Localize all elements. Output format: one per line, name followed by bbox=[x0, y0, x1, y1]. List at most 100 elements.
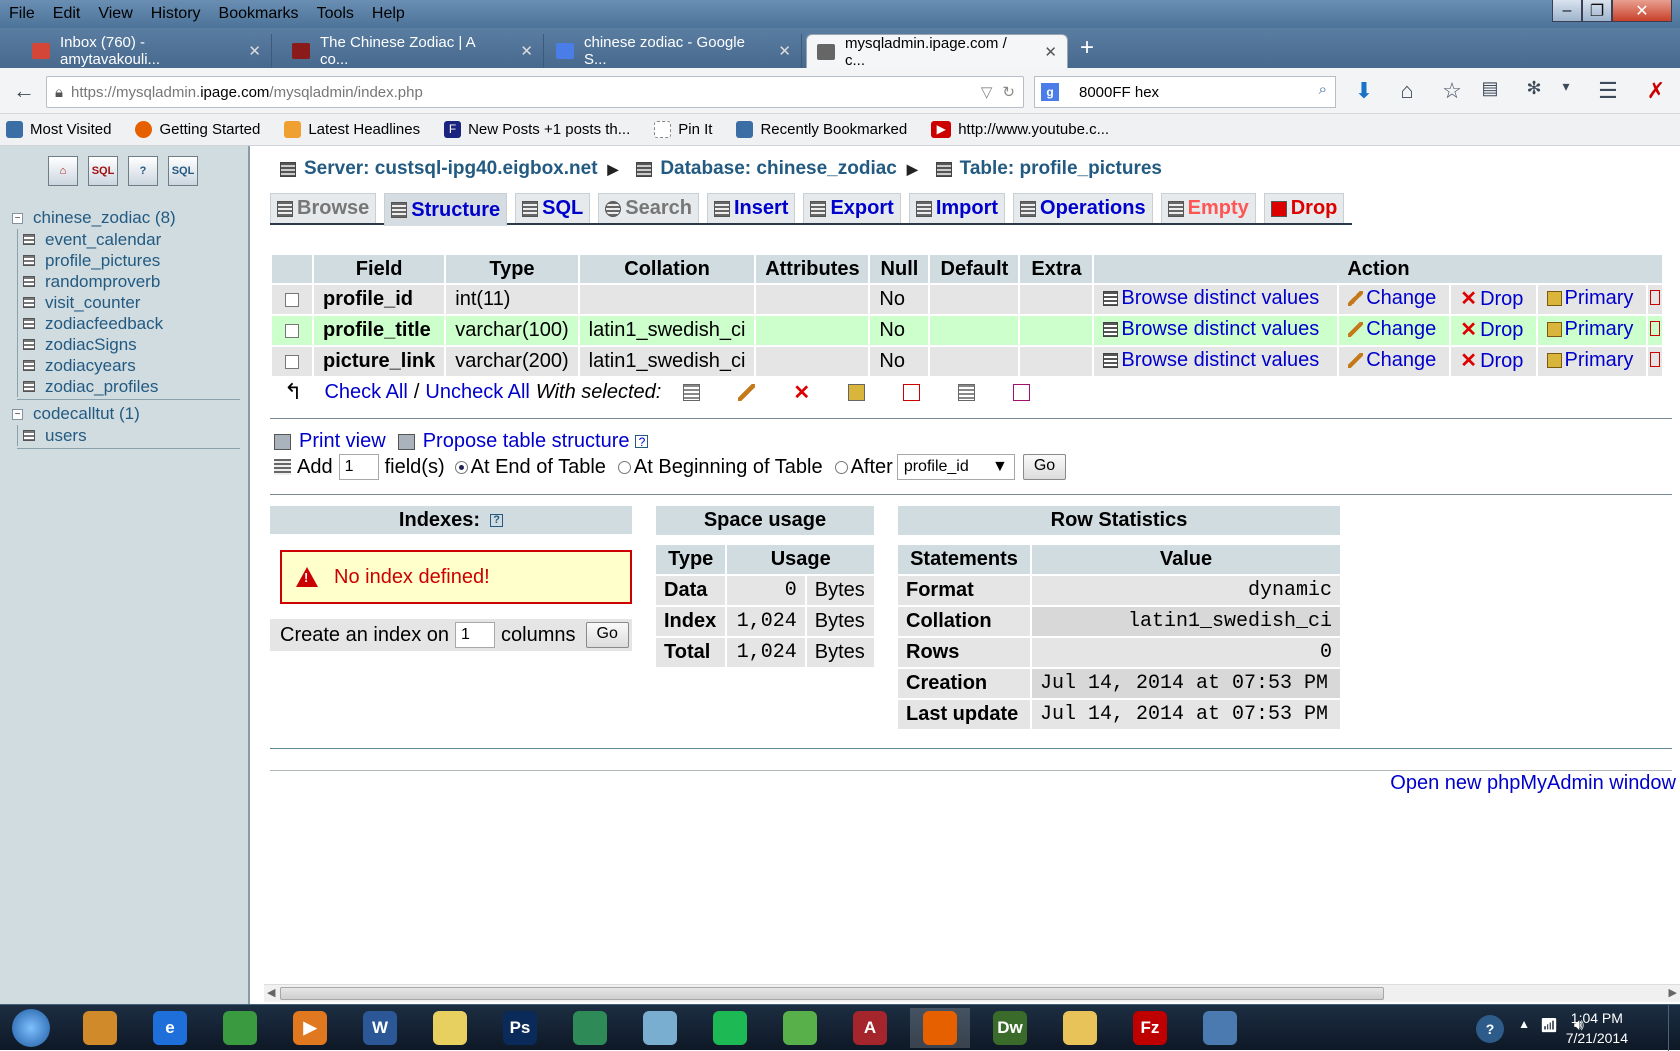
unique-icon[interactable] bbox=[903, 383, 921, 401]
uncheck-all-link[interactable]: Uncheck All bbox=[425, 381, 530, 404]
bookmark-youtube[interactable]: ▶ http://www.youtube.c... bbox=[925, 121, 1109, 138]
bookmark-getting-started[interactable]: Getting Started bbox=[129, 121, 260, 138]
tab-export[interactable]: Export bbox=[803, 193, 901, 223]
drop-link[interactable]: ✕ Drop bbox=[1460, 319, 1523, 342]
close-tab-icon[interactable]: ✕ bbox=[506, 42, 533, 60]
add-go-button[interactable]: Go bbox=[1022, 454, 1067, 480]
browser-tab-chinese-zodiac[interactable]: The Chinese Zodiac | A co... ✕ bbox=[282, 34, 544, 68]
bookmark-recently-bookmarked[interactable]: Recently Bookmarked bbox=[730, 121, 907, 138]
drop-link[interactable]: ✕ Drop bbox=[1460, 350, 1523, 373]
collapse-icon[interactable]: − bbox=[12, 212, 23, 224]
system-clock[interactable]: 1:04 PM 7/21/2014 bbox=[1566, 1008, 1628, 1048]
column-header[interactable]: Extra bbox=[1020, 255, 1093, 283]
browser-tab-phpmyadmin[interactable]: mysqladmin.ipage.com / c... ✕ bbox=[806, 34, 1068, 69]
after-radio[interactable] bbox=[834, 460, 848, 474]
help-icon[interactable]: ? bbox=[490, 513, 504, 527]
tab-structure[interactable]: Structure bbox=[384, 193, 508, 226]
create-index-go-button[interactable]: Go bbox=[585, 622, 629, 648]
tree-table-profile-pictures[interactable]: profile_pictures bbox=[17, 250, 240, 271]
tab-operations[interactable]: Operations bbox=[1013, 193, 1153, 223]
bookmark-star-icon[interactable]: ☆ bbox=[1438, 78, 1466, 104]
help-icon[interactable]: ? bbox=[128, 156, 158, 186]
browser-tab-google-search[interactable]: chinese zodiac - Google S... ✕ bbox=[546, 34, 802, 68]
change-link[interactable]: Change bbox=[1348, 318, 1436, 341]
query-icon[interactable]: SQL bbox=[168, 156, 198, 186]
taskbar-button[interactable] bbox=[420, 1008, 480, 1048]
home-icon[interactable]: ⌂ bbox=[48, 156, 78, 186]
minimize-button[interactable]: – bbox=[1552, 0, 1582, 22]
tree-table-event-calendar[interactable]: event_calendar bbox=[17, 229, 240, 250]
reload-icon[interactable]: ↻ bbox=[1002, 83, 1015, 101]
horizontal-scrollbar[interactable]: ◀ ▶ bbox=[264, 984, 1680, 1002]
add-field-count-input[interactable]: 1 bbox=[338, 454, 379, 480]
browse-distinct-values-link[interactable]: Browse distinct values bbox=[1103, 318, 1319, 341]
browser-tab-gmail[interactable]: Inbox (760) - amytavakouli... ✕ bbox=[22, 34, 272, 68]
unique-icon[interactable] bbox=[1650, 321, 1661, 336]
propose-table-structure-link[interactable]: Propose table structure bbox=[423, 430, 630, 453]
primary-link[interactable]: Primary bbox=[1546, 318, 1633, 341]
menu-bookmarks[interactable]: Bookmarks bbox=[210, 1, 308, 27]
browse-icon[interactable] bbox=[683, 383, 701, 401]
taskbar-button[interactable]: e bbox=[140, 1008, 200, 1048]
download-icon[interactable]: ⬇ bbox=[1350, 78, 1378, 104]
index-icon[interactable] bbox=[958, 383, 976, 401]
change-link[interactable]: Change bbox=[1348, 349, 1436, 372]
search-input[interactable]: 8000FF hex bbox=[1079, 84, 1159, 101]
scroll-right-icon[interactable]: ▶ bbox=[1669, 986, 1677, 999]
taskbar-button[interactable] bbox=[560, 1008, 620, 1048]
row-checkbox[interactable] bbox=[285, 292, 299, 307]
home-icon[interactable]: ⌂ bbox=[1393, 78, 1421, 104]
help-icon[interactable]: ? bbox=[635, 435, 649, 449]
at-end-radio[interactable] bbox=[454, 460, 468, 474]
change-link[interactable]: Change bbox=[1348, 287, 1436, 310]
dropdown-arrow-icon[interactable]: ▽ bbox=[981, 83, 993, 101]
taskbar-button[interactable]: Fz bbox=[1120, 1008, 1180, 1048]
tree-table-zodiac-profiles[interactable]: zodiac_profiles bbox=[17, 376, 240, 397]
column-header[interactable]: Null bbox=[870, 255, 929, 283]
tab-search[interactable]: Search bbox=[598, 193, 699, 223]
print-view-link[interactable]: Print view bbox=[299, 430, 386, 453]
column-header[interactable]: Type bbox=[446, 255, 578, 283]
menu-help[interactable]: Help bbox=[363, 1, 414, 27]
taskbar-button[interactable] bbox=[210, 1008, 270, 1048]
menu-edit[interactable]: Edit bbox=[44, 1, 90, 27]
tab-sql[interactable]: SQL bbox=[515, 193, 591, 223]
pencil-icon[interactable] bbox=[738, 383, 756, 401]
taskbar-button[interactable] bbox=[910, 1008, 970, 1048]
taskbar-button[interactable] bbox=[1190, 1008, 1250, 1048]
collapse-icon[interactable]: − bbox=[12, 408, 23, 420]
bookmark-most-visited[interactable]: Most Visited bbox=[0, 121, 111, 138]
bookmark-new-posts[interactable]: F New Posts +1 posts th... bbox=[438, 121, 630, 138]
search-box[interactable]: g 8000FF hex ⌕ bbox=[1034, 76, 1336, 108]
tab-import[interactable]: Import bbox=[908, 193, 1006, 223]
start-button[interactable] bbox=[0, 1008, 62, 1048]
tab-drop[interactable]: Drop bbox=[1263, 193, 1345, 223]
column-header[interactable]: Default bbox=[930, 255, 1019, 283]
magnifier-icon[interactable]: ⌕ bbox=[1319, 81, 1327, 98]
bookmark-pin-it[interactable]: Pin It bbox=[648, 121, 712, 138]
bookmark-latest-headlines[interactable]: Latest Headlines bbox=[278, 121, 420, 138]
tree-table-zodiacsigns[interactable]: zodiacSigns bbox=[17, 334, 240, 355]
tab-browse[interactable]: Browse bbox=[270, 193, 377, 223]
browse-distinct-values-link[interactable]: Browse distinct values bbox=[1103, 349, 1319, 372]
column-header[interactable]: Field bbox=[314, 255, 445, 283]
tray-expand-icon[interactable]: ▲ bbox=[1518, 1017, 1530, 1031]
help-tray-icon[interactable]: ? bbox=[1476, 1015, 1504, 1043]
close-tab-icon[interactable]: ✕ bbox=[764, 42, 791, 60]
close-tab-icon[interactable]: ✕ bbox=[1030, 43, 1057, 61]
tree-db-chinese-zodiac[interactable]: − chinese_zodiac (8) bbox=[12, 207, 240, 229]
network-icon[interactable]: 📶︎ bbox=[1540, 1017, 1558, 1034]
menu-file[interactable]: File bbox=[0, 1, 44, 27]
new-tab-button[interactable]: + bbox=[1080, 34, 1094, 62]
unique-icon[interactable] bbox=[1650, 352, 1661, 367]
menu-hamburger-icon[interactable]: ☰ bbox=[1594, 78, 1622, 104]
breadcrumb-table[interactable]: Table: profile_pictures bbox=[960, 158, 1162, 180]
taskbar-button[interactable]: Ps bbox=[490, 1008, 550, 1048]
taskbar-button[interactable] bbox=[1050, 1008, 1110, 1048]
tab-insert[interactable]: Insert bbox=[707, 193, 796, 223]
tab-empty[interactable]: Empty bbox=[1160, 193, 1256, 223]
show-desktop-button[interactable] bbox=[1668, 1005, 1680, 1051]
google-search-icon[interactable]: g bbox=[1041, 83, 1059, 101]
tree-table-visit-counter[interactable]: visit_counter bbox=[17, 292, 240, 313]
close-tab-icon[interactable]: ✕ bbox=[234, 42, 261, 60]
